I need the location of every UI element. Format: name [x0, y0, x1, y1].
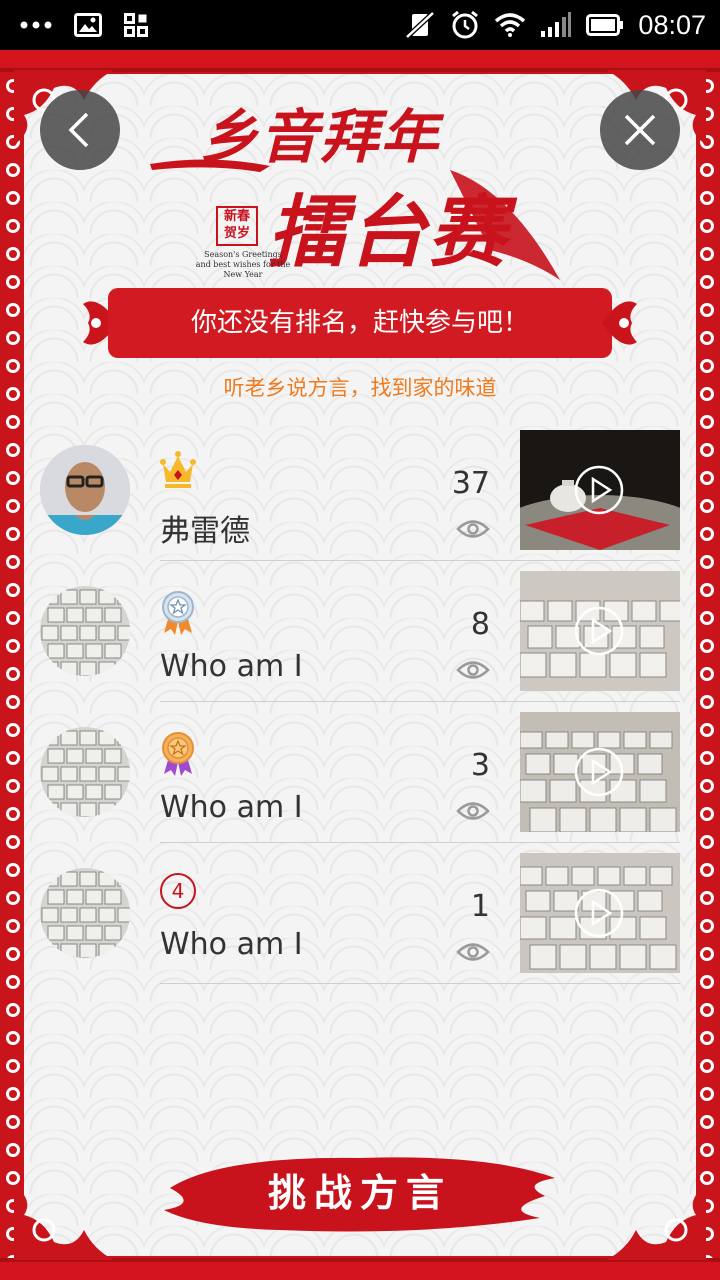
rank-number-badge: 4 [160, 873, 196, 909]
seal-stamp: 新春 贺岁 [216, 206, 258, 246]
vibrate-off-icon [405, 11, 436, 39]
list-item[interactable]: Who am I 8 [0, 571, 720, 712]
banner-ornament-right [602, 301, 637, 345]
banner-text: 你还没有排名，赶快参与吧！ [108, 288, 612, 358]
frame-top-border [0, 50, 720, 72]
grid-notification-icon [124, 13, 148, 37]
signal-icon [541, 12, 572, 37]
chevron-left-icon [68, 112, 89, 148]
keyboard-avatar-image [40, 868, 130, 958]
view-count: 3 [470, 748, 490, 783]
close-icon [624, 114, 656, 146]
play-icon [574, 888, 624, 938]
corner-ornament-bottom-right [606, 1185, 706, 1260]
row-divider [160, 842, 680, 843]
greeting-text: Season's Greetings and best wishes for t… [195, 250, 291, 279]
eye-icon [456, 943, 490, 961]
user-name[interactable]: Who am I [160, 790, 303, 825]
row-divider [160, 983, 680, 984]
wifi-icon [495, 13, 526, 37]
view-count: 37 [451, 466, 490, 501]
list-item[interactable]: 弗雷德 37 [0, 430, 720, 571]
back-button[interactable] [40, 90, 120, 170]
ranking-banner: 你还没有排名，赶快参与吧！ [78, 288, 642, 358]
page-title-logo: 乡音拜年 擂台赛 新春 贺岁 Season's Greetings and be… [150, 90, 580, 285]
silver-medal-icon [162, 591, 194, 635]
avatar[interactable] [40, 868, 130, 958]
person-avatar-image [40, 445, 130, 535]
avatar[interactable] [40, 727, 130, 817]
image-notification-icon [74, 13, 102, 37]
status-bar: 08:07 [0, 0, 720, 50]
list-item[interactable]: Who am I 3 [0, 712, 720, 853]
alarm-icon [452, 10, 479, 39]
view-count: 1 [470, 889, 490, 924]
view-count: 8 [470, 607, 490, 642]
subtitle: 听老乡说方言，找到家的味道 [223, 376, 497, 400]
video-thumbnail[interactable] [520, 853, 680, 973]
title-line-1: 乡音拜年 [200, 103, 441, 171]
bronze-medal-icon [162, 732, 194, 776]
clock: 08:07 [638, 9, 706, 40]
battery-icon [586, 14, 624, 36]
play-icon [574, 747, 624, 797]
list-item[interactable]: 4 Who am I 1 [0, 853, 720, 994]
row-divider [160, 560, 680, 561]
corner-ornament-bottom-left [14, 1185, 114, 1260]
close-button[interactable] [600, 90, 680, 170]
eye-icon [456, 802, 490, 820]
user-name[interactable]: Who am I [160, 927, 303, 962]
challenge-dialect-button[interactable]: 挑战方言 [160, 1148, 560, 1238]
frame-bottom-border [0, 1258, 720, 1280]
video-thumbnail[interactable] [520, 430, 680, 550]
video-thumbnail[interactable] [520, 571, 680, 691]
eye-icon [456, 520, 490, 538]
row-divider [160, 701, 680, 702]
avatar[interactable] [40, 445, 130, 535]
user-name[interactable]: 弗雷德 [160, 506, 250, 550]
keyboard-avatar-image [40, 586, 130, 676]
user-name[interactable]: Who am I [160, 649, 303, 684]
video-thumbnail[interactable] [520, 712, 680, 832]
eye-icon [456, 661, 490, 679]
avatar[interactable] [40, 586, 130, 676]
keyboard-avatar-image [40, 727, 130, 817]
challenge-label[interactable]: 挑战方言 [160, 1148, 560, 1238]
more-notifications-icon [20, 21, 52, 29]
play-icon [574, 606, 624, 656]
play-icon [574, 465, 624, 515]
crown-icon [160, 451, 196, 488]
title-line-2: 擂台赛 [268, 187, 509, 278]
